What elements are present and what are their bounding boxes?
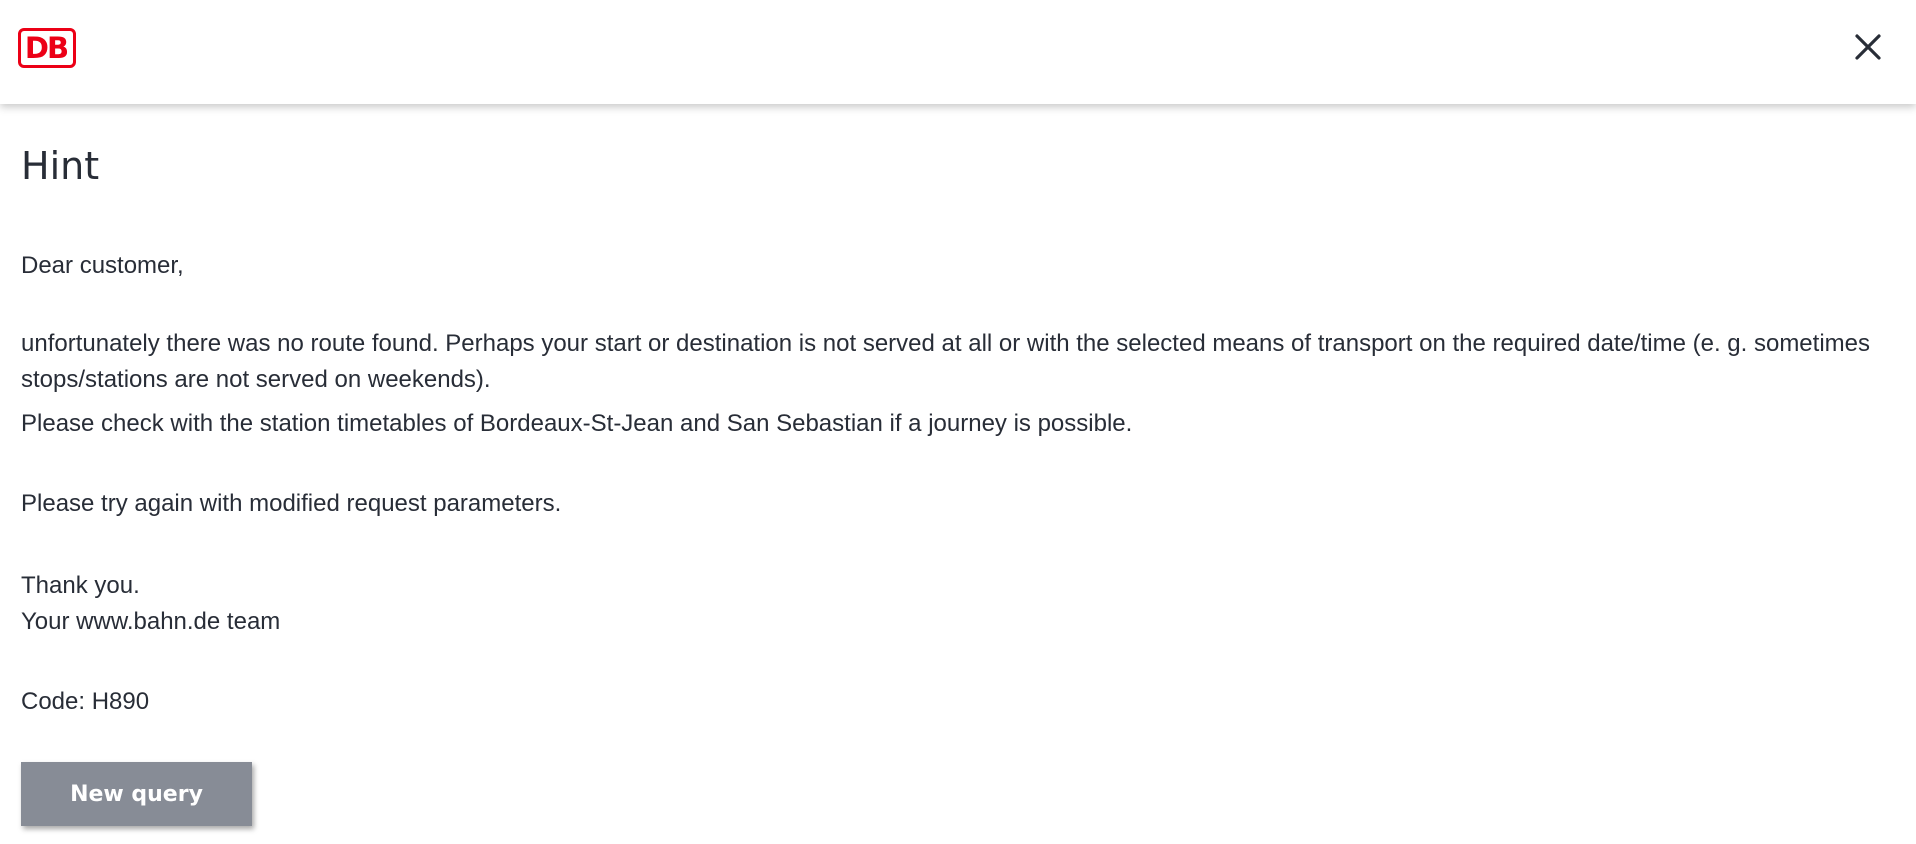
error-code: Code: H890 xyxy=(21,688,150,715)
new-query-button[interactable]: New query xyxy=(21,762,252,826)
signature-text: Your www.bahn.de team xyxy=(21,608,281,635)
no-route-message: unfortunately there was no route found. … xyxy=(21,330,1870,393)
db-logo[interactable]: DB xyxy=(18,28,76,68)
page-title: Hint xyxy=(21,144,100,188)
close-button[interactable] xyxy=(1850,29,1886,65)
check-stations-text: Please check with the station timetables… xyxy=(21,410,1133,437)
header-bar: DB xyxy=(0,0,1916,104)
greeting-text: Dear customer, xyxy=(21,252,184,279)
thanks-text: Thank you. xyxy=(21,572,140,599)
retry-text: Please try again with modified request p… xyxy=(21,490,562,517)
db-logo-text: DB xyxy=(24,30,69,65)
close-icon xyxy=(1855,34,1881,60)
